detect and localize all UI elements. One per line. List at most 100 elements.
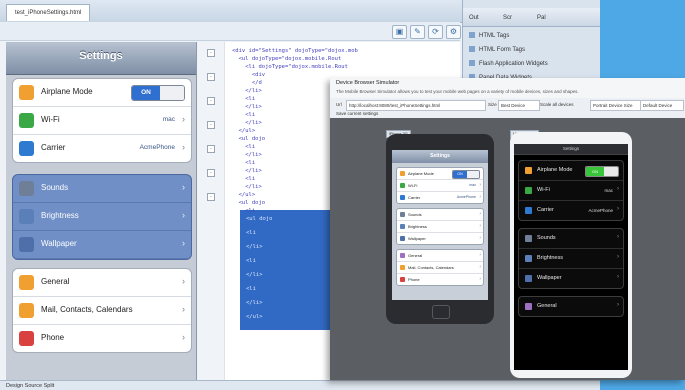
settings-row-wallpaper[interactable]: Wallpaper › xyxy=(13,231,191,259)
chevron-right-icon: › xyxy=(479,211,481,217)
device-row-phone[interactable]: Phone › xyxy=(397,274,483,285)
toggle-on-label: ON xyxy=(453,171,467,178)
code-line[interactable]: <div xyxy=(232,72,265,78)
fold-toggle-icon[interactable]: - xyxy=(207,145,215,153)
fold-toggle-icon[interactable]: - xyxy=(207,121,215,129)
selected-code-line[interactable]: <li xyxy=(246,258,256,264)
palette-item[interactable]: Flash Application Widgets xyxy=(469,58,589,70)
code-line[interactable]: <li xyxy=(232,96,255,102)
folder-icon xyxy=(469,46,475,53)
settings-row-wi-fi[interactable]: Wi-Fi mac › xyxy=(13,107,191,135)
code-line[interactable]: <ul dojoType="dojox.mobile.Rout xyxy=(232,56,342,62)
code-line[interactable]: <li xyxy=(232,208,255,214)
code-line[interactable]: <li xyxy=(232,112,255,118)
selected-code-line[interactable]: <li xyxy=(246,230,256,236)
device-row-value: mac xyxy=(604,188,613,193)
device-row-wi-fi[interactable]: Wi-Fi mac › xyxy=(397,180,483,192)
device-row-brightness[interactable]: Brightness › xyxy=(519,249,623,269)
fold-toggle-icon[interactable]: - xyxy=(207,169,215,177)
preview-button[interactable]: ▣ xyxy=(392,25,407,39)
simulator-window: Device Browser Simulator The Mobile Brow… xyxy=(330,78,685,380)
tab-palette[interactable]: Pal xyxy=(537,12,546,24)
settings-row-carrier[interactable]: Carrier AcmePhone › xyxy=(13,135,191,162)
palette-item[interactable]: HTML Tags xyxy=(469,30,589,42)
code-line[interactable]: </li> xyxy=(232,184,262,190)
tab-outline[interactable]: Out xyxy=(469,12,479,24)
device-row-wi-fi[interactable]: Wi-Fi mac › xyxy=(519,181,623,201)
fold-toggle-icon[interactable]: - xyxy=(207,97,215,105)
device-row-sounds[interactable]: Sounds › xyxy=(397,209,483,221)
settings-row-general[interactable]: General › xyxy=(13,269,191,297)
editor-tab[interactable]: test_iPhoneSettings.html xyxy=(6,4,91,21)
code-line[interactable]: <ul dojo xyxy=(232,136,266,142)
settings-icon[interactable]: ⚙ xyxy=(446,25,461,39)
device-row-wallpaper[interactable]: Wallpaper › xyxy=(397,233,483,244)
selected-code-line[interactable]: </li> xyxy=(246,300,263,306)
code-line[interactable]: </li> xyxy=(232,88,262,94)
airplane-toggle[interactable]: ON xyxy=(585,166,619,177)
device-select[interactable]: Default Device xyxy=(640,100,684,111)
settings-row-phone[interactable]: Phone › xyxy=(13,325,191,352)
fold-toggle-icon[interactable]: - xyxy=(207,193,215,201)
airplane-toggle[interactable]: ON xyxy=(131,85,185,101)
airplane-mode-icon xyxy=(400,171,405,176)
settings-row-airplane-mode[interactable]: Airplane Mode ON xyxy=(13,79,191,107)
code-line[interactable]: </li> xyxy=(232,104,262,110)
device-row-carrier[interactable]: Carrier AcmePhone › xyxy=(397,192,483,203)
chevron-right-icon: › xyxy=(617,302,619,308)
code-line[interactable]: </li> xyxy=(232,120,262,126)
chevron-right-icon: › xyxy=(479,194,481,200)
device-row-wallpaper[interactable]: Wallpaper › xyxy=(519,269,623,288)
chevron-right-icon: › xyxy=(617,274,619,280)
android-navbar: Settings xyxy=(514,144,628,155)
code-line[interactable]: </ul> xyxy=(232,192,256,198)
selected-code-line[interactable]: <li xyxy=(246,286,256,292)
orientation-select[interactable]: Portrait Device Size xyxy=(590,100,642,111)
selected-code-line[interactable]: </ul> xyxy=(246,314,263,320)
settings-title: Settings xyxy=(79,50,123,62)
settings-row-sounds[interactable]: Sounds › xyxy=(13,175,191,203)
tab-scripts[interactable]: Scr xyxy=(503,12,512,24)
iphone-title: Settings xyxy=(430,153,450,159)
save-settings-link[interactable]: Save current settings xyxy=(336,109,378,118)
code-line[interactable]: <li dojoType="dojox.mobile.Rout xyxy=(232,64,348,70)
code-line[interactable]: <ul dojo xyxy=(232,200,266,206)
device-row-brightness[interactable]: Brightness › xyxy=(397,221,483,233)
fold-toggle-icon[interactable]: - xyxy=(207,49,215,57)
code-line[interactable]: <li xyxy=(232,144,255,150)
selected-code-line[interactable]: </li> xyxy=(246,272,263,278)
code-line[interactable]: </d xyxy=(232,80,262,86)
device-settings-group: General › Mail, Contacts, Calendars › Phone › xyxy=(396,249,484,286)
size-select[interactable]: Best Device xyxy=(498,100,540,111)
device-row-label: Carrier xyxy=(408,195,421,200)
settings-row-mail-contacts-calendars[interactable]: Mail, Contacts, Calendars › xyxy=(13,297,191,325)
fold-toggle-icon[interactable]: - xyxy=(207,73,215,81)
code-line[interactable]: <li xyxy=(232,160,255,166)
device-row-mail-contacts-calendars[interactable]: Mail, Contacts, Calendars › xyxy=(397,262,483,274)
iphone-device: Settings Airplane Mode ON Wi-Fi mac › Carrier… xyxy=(386,134,494,324)
home-button[interactable] xyxy=(432,305,450,319)
device-row-airplane-mode[interactable]: Airplane Mode ON xyxy=(397,168,483,180)
code-line[interactable]: </li> xyxy=(232,168,262,174)
selected-code-line[interactable]: <ul dojo xyxy=(246,216,273,222)
device-row-sounds[interactable]: Sounds › xyxy=(519,229,623,249)
code-line[interactable]: </ul> xyxy=(232,128,256,134)
code-line[interactable]: <div id="Settings" dojoType="dojox.mob xyxy=(232,48,358,54)
settings-row-value: mac xyxy=(162,116,175,123)
airplane-toggle[interactable]: ON xyxy=(452,170,480,179)
device-row-carrier[interactable]: Carrier AcmePhone › xyxy=(519,201,623,220)
selected-code-line[interactable]: </li> xyxy=(246,244,263,250)
device-row-general[interactable]: General › xyxy=(519,297,623,316)
device-row-general[interactable]: General › xyxy=(397,250,483,262)
edit-icon[interactable]: ✎ xyxy=(410,25,425,39)
simulator-title: Device Browser Simulator xyxy=(336,80,400,86)
wi-fi-icon xyxy=(400,183,405,188)
code-line[interactable]: </li> xyxy=(232,152,262,158)
sounds-icon xyxy=(19,181,34,196)
settings-row-brightness[interactable]: Brightness › xyxy=(13,203,191,231)
code-line[interactable]: <li xyxy=(232,176,255,182)
device-row-airplane-mode[interactable]: Airplane Mode ON xyxy=(519,161,623,181)
palette-item[interactable]: HTML Form Tags xyxy=(469,44,589,56)
toggle-on-label: ON xyxy=(132,86,160,100)
refresh-icon[interactable]: ⟳ xyxy=(428,25,443,39)
